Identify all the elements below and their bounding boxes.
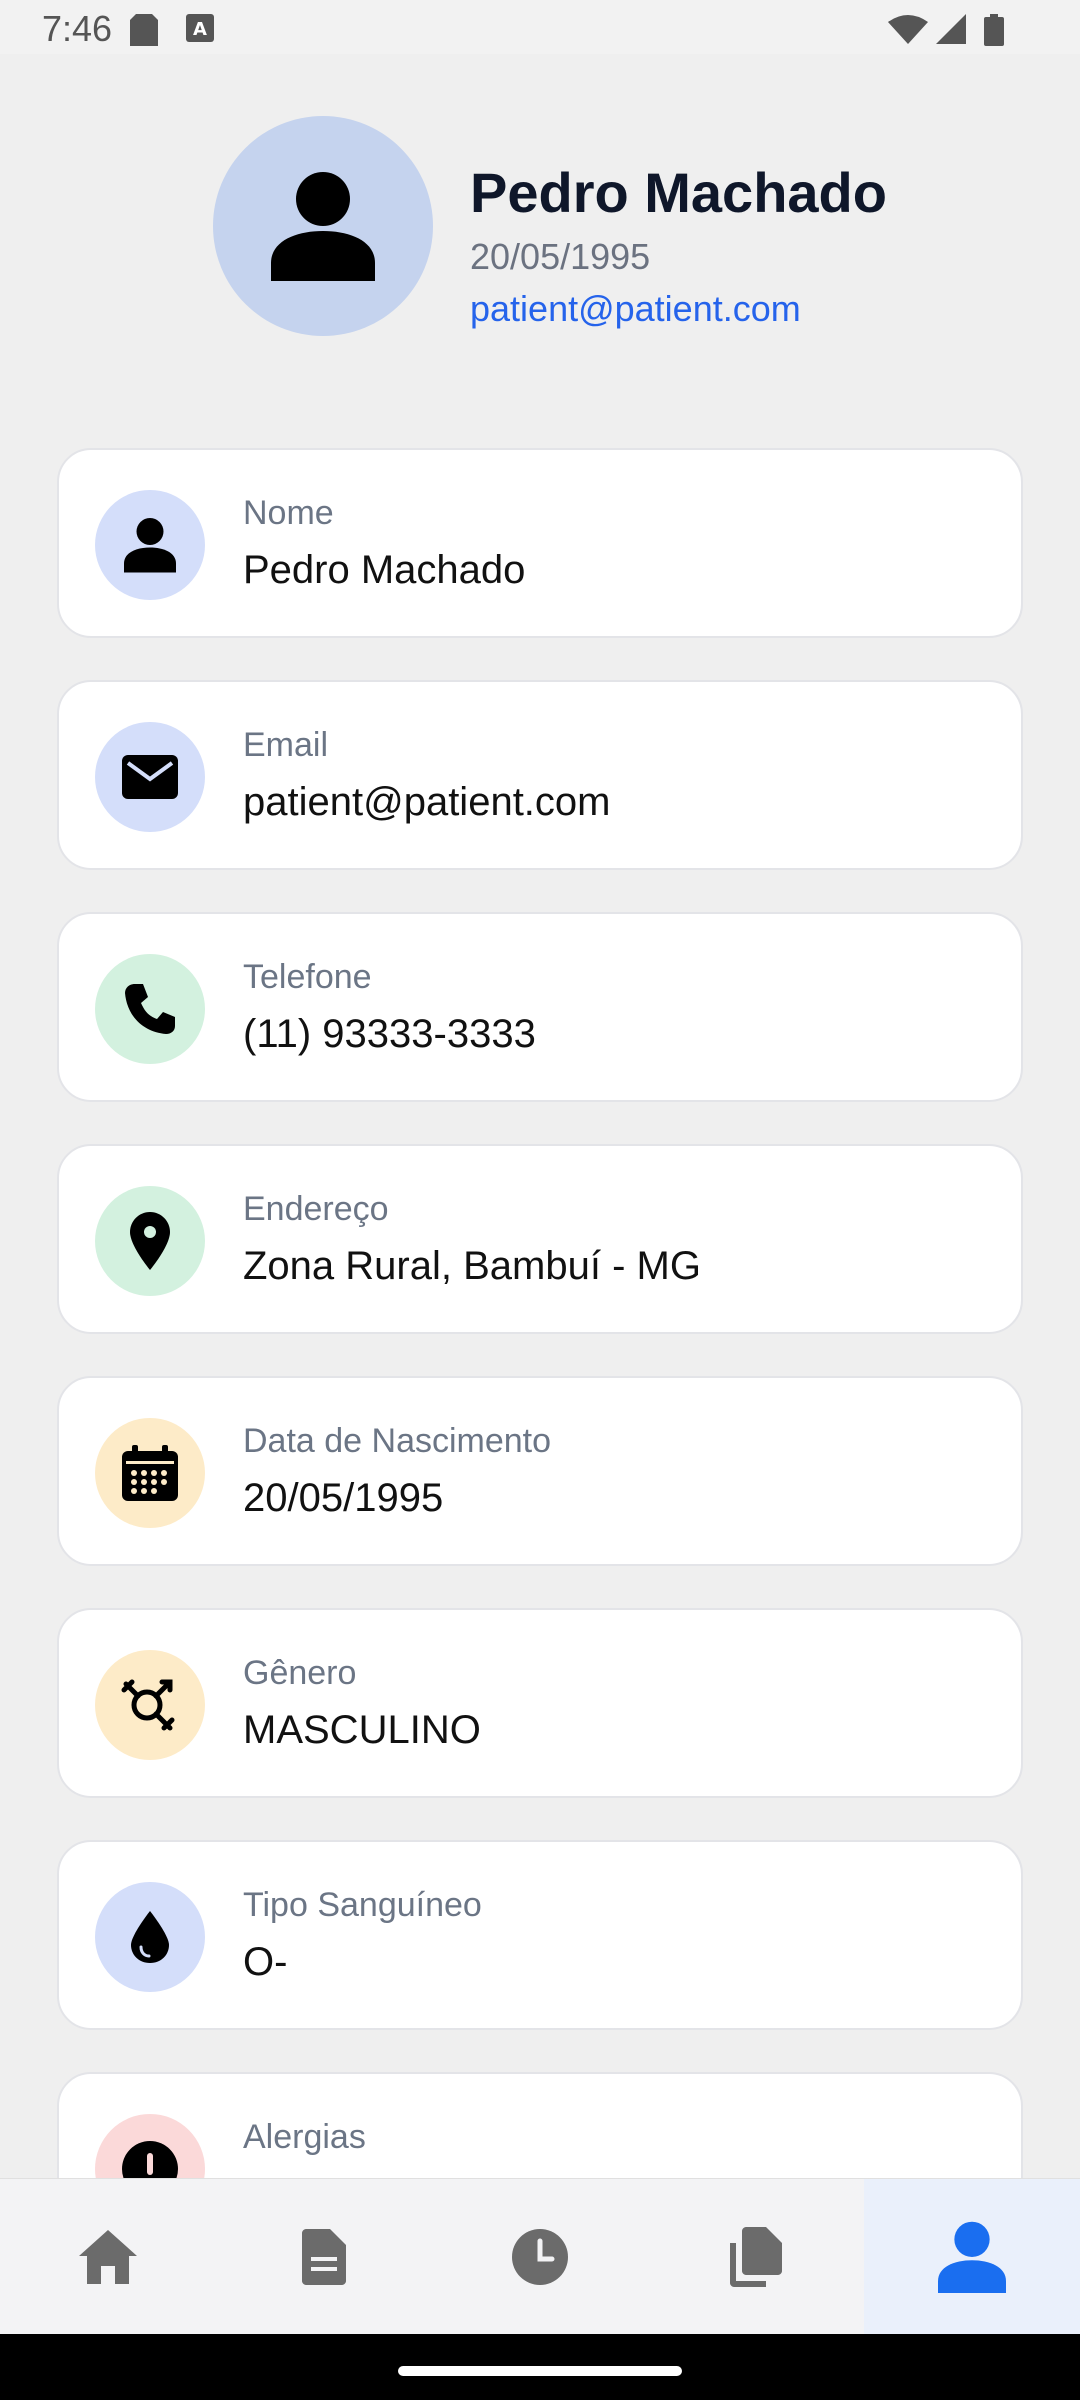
card-icon-bg [95,1186,205,1296]
nav-home[interactable] [0,2179,216,2335]
home-gesture-handle[interactable] [398,2366,682,2376]
card-value: MASCULINO [243,1708,481,1752]
nav-documents[interactable] [648,2179,864,2335]
profile-scroll-area[interactable]: Pedro Machado 20/05/1995 patient@patient… [0,0,1080,2178]
system-gesture-bar [0,2334,1080,2400]
card-label: Alergias [243,2118,366,2156]
card-value: patient@patient.com [243,780,611,824]
calendar-icon [122,1445,178,1501]
home-icon [79,2230,137,2284]
card-icon-bg [95,1882,205,1992]
info-card-address: Endereço Zona Rural, Bambuí - MG [57,1144,1023,1334]
card-value: O- [243,1940,288,1984]
profile-avatar [213,116,433,336]
blood-drop-icon [131,1911,169,1963]
card-value: (11) 93333-3333 [243,1012,536,1056]
card-icon-bg [95,2114,205,2178]
info-card-phone: Telefone (11) 93333-3333 [57,912,1023,1102]
card-label: Data de Nascimento [243,1422,552,1460]
nav-profile[interactable] [864,2179,1080,2335]
nav-document[interactable] [216,2179,432,2335]
card-label: Nome [243,494,334,532]
info-card-blood-type: Tipo Sanguíneo O- [57,1840,1023,2030]
card-icon-bg [95,1418,205,1528]
profile-name: Pedro Machado [470,161,887,224]
phone-icon [125,984,175,1034]
card-value: Zona Rural, Bambuí - MG [243,1244,701,1288]
clock-icon [512,2229,568,2285]
bottom-navigation [0,2178,1080,2335]
card-icon-bg [95,1650,205,1760]
info-card-allergies: Alergias [57,2072,1023,2178]
card-label: Gênero [243,1654,357,1692]
person-icon [271,172,375,281]
info-card-name: Nome Pedro Machado [57,448,1023,638]
profile-email: patient@patient.com [470,288,801,329]
profile-icon [938,2221,1006,2293]
card-value: Pedro Machado [243,548,526,592]
profile-birthdate: 20/05/1995 [470,236,651,277]
gender-icon [121,1679,175,1731]
card-value: 20/05/1995 [243,1476,444,1520]
card-label: Telefone [243,958,372,996]
info-card-email: Email patient@patient.com [57,680,1023,870]
card-label: Endereço [243,1190,389,1228]
person-icon [124,518,176,573]
card-icon-bg [95,722,205,832]
info-card-gender: Gênero MASCULINO [57,1608,1023,1798]
location-pin-icon [130,1212,170,1270]
documents-icon [730,2227,782,2287]
alert-icon [122,2141,178,2178]
envelope-icon [122,755,178,799]
nav-history[interactable] [432,2179,648,2335]
info-card-birthdate: Data de Nascimento 20/05/1995 [57,1376,1023,1566]
card-label: Email [243,726,329,764]
card-icon-bg [95,490,205,600]
card-icon-bg [95,954,205,1064]
card-label: Tipo Sanguíneo [243,1886,482,1924]
document-icon [302,2229,346,2285]
